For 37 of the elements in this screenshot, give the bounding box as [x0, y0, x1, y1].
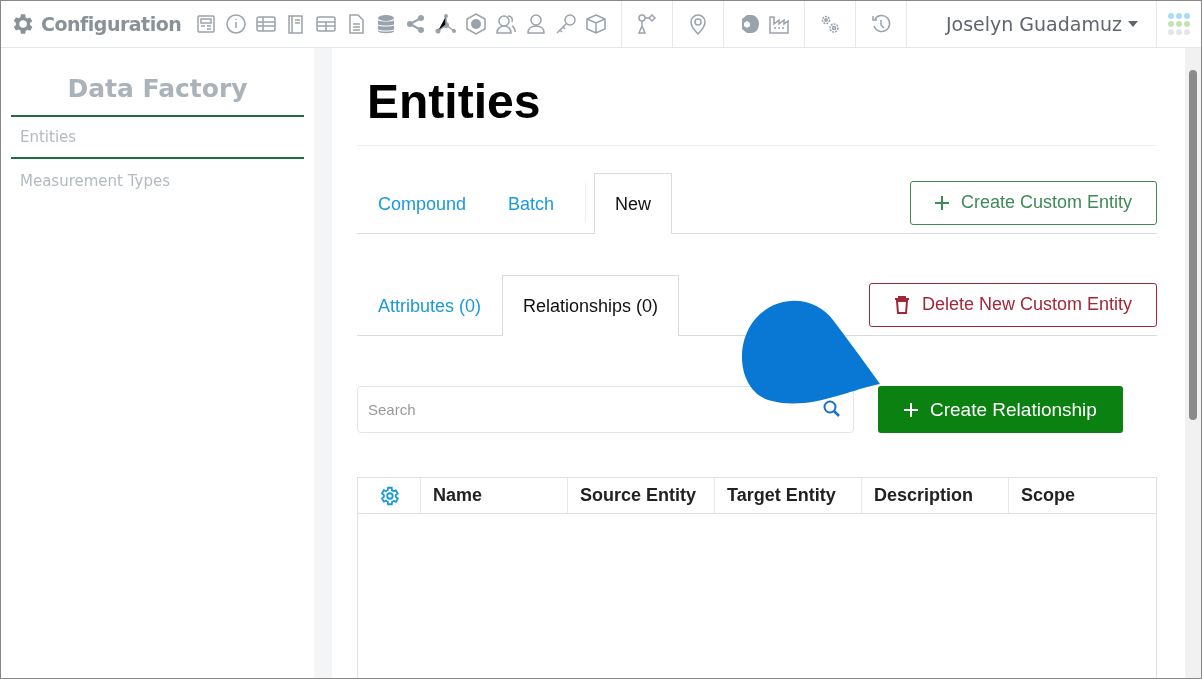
- hexagon-badge-icon[interactable]: [465, 13, 488, 35]
- delete-custom-entity-button[interactable]: Delete New Custom Entity: [868, 282, 1157, 327]
- gears-icon[interactable]: [819, 13, 842, 35]
- search-field[interactable]: Search: [357, 386, 854, 433]
- trash-icon: [893, 295, 910, 314]
- molecule-icon[interactable]: [435, 13, 458, 35]
- cube-icon[interactable]: [585, 13, 608, 35]
- create-relationship-button[interactable]: Create Relationship: [878, 386, 1123, 433]
- create-custom-entity-button[interactable]: Create Custom Entity: [909, 180, 1157, 225]
- info-icon[interactable]: [225, 13, 248, 35]
- settings-icon[interactable]: [378, 484, 400, 507]
- app-grid-icon[interactable]: [1167, 12, 1191, 36]
- column-header[interactable]: Name: [421, 478, 568, 513]
- tab[interactable]: Relationships (0): [502, 275, 680, 336]
- column-header[interactable]: Source Entity: [568, 478, 715, 513]
- column-header[interactable]: Description: [862, 478, 1009, 513]
- layout-icon[interactable]: [195, 13, 218, 35]
- user-menu[interactable]: Joselyn Guadamuz: [939, 12, 1156, 36]
- app-title: Configuration: [41, 13, 182, 35]
- page-title: Entities: [357, 48, 1157, 146]
- column-header[interactable]: Target Entity: [715, 478, 862, 513]
- workflow-icon[interactable]: [636, 13, 659, 35]
- plus-icon: [904, 402, 918, 417]
- column-header[interactable]: Scope: [1009, 478, 1156, 513]
- history-icon[interactable]: [870, 13, 893, 35]
- user-icon[interactable]: [525, 13, 548, 35]
- search-icon[interactable]: [822, 399, 842, 419]
- users-icon[interactable]: [495, 13, 518, 35]
- factory-icon[interactable]: [768, 13, 791, 35]
- scrollbar[interactable]: [1185, 48, 1201, 678]
- sidebar-title: Data Factory: [66, 74, 249, 103]
- grid-table-icon[interactable]: [315, 13, 338, 35]
- caret-icon: [1128, 21, 1138, 27]
- tab[interactable]: New: [594, 173, 673, 234]
- key-icon[interactable]: [555, 13, 578, 35]
- plus-icon: [934, 195, 949, 210]
- table-icon[interactable]: [255, 13, 278, 35]
